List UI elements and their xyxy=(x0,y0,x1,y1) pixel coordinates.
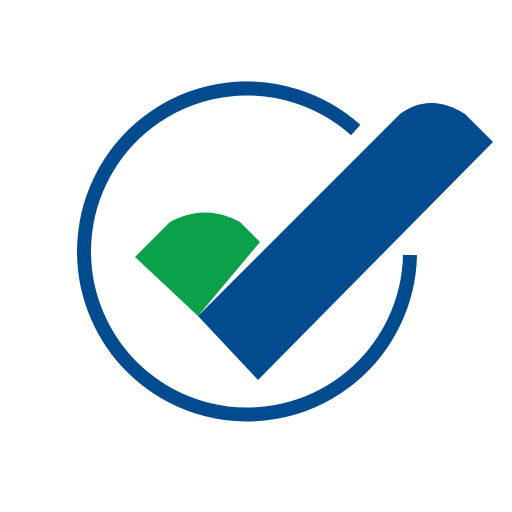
icon-canvas xyxy=(0,0,512,512)
checkmark-in-circle-icon xyxy=(77,81,493,422)
